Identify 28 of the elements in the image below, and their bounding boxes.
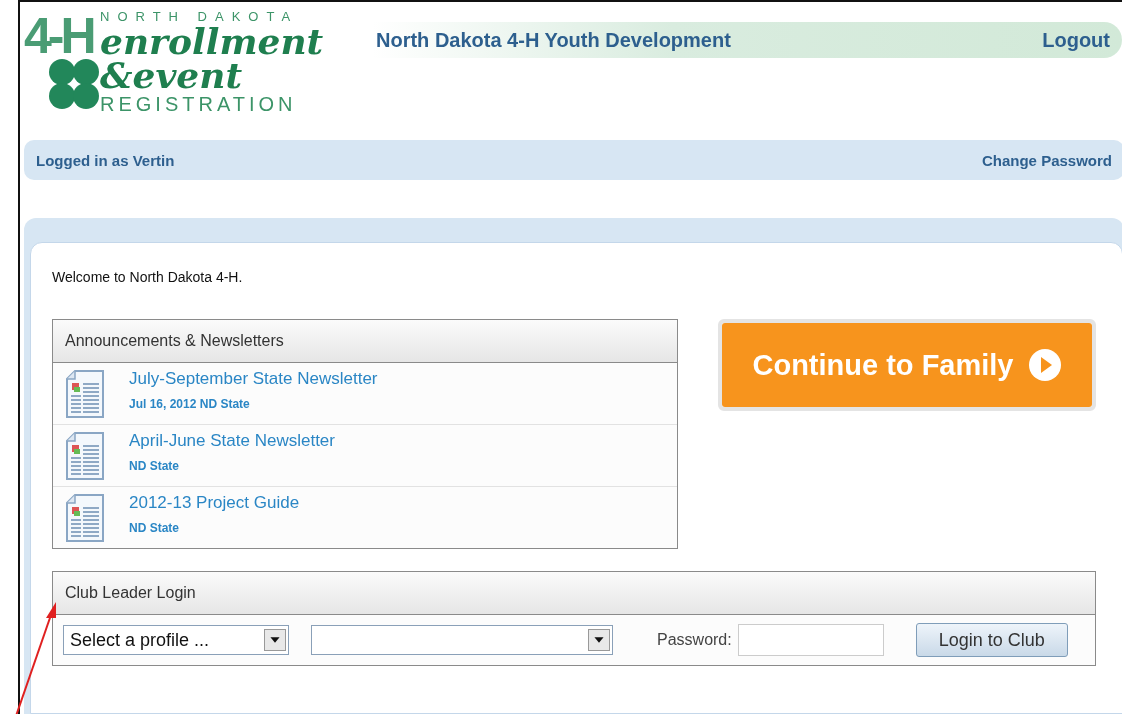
dropdown-caret-icon[interactable] (588, 629, 610, 651)
logo-subtitle: NORTH DAKOTA (100, 10, 300, 24)
newsletter-link[interactable]: July-September State Newsletter (129, 369, 378, 389)
logged-in-text: Logged in as Vertin (36, 151, 175, 169)
login-button[interactable]: Login to Club (915, 623, 1068, 657)
newsletter-meta: Jul 16, 2012 ND State (129, 397, 251, 411)
play-circle-icon (1027, 348, 1062, 382)
newsletter-meta: ND State (129, 521, 180, 535)
logout-link[interactable]: Logout (1042, 28, 1110, 52)
dropdown-caret-icon[interactable] (264, 629, 286, 651)
newsletter-meta: ND State (129, 459, 180, 473)
password-label: Password: (657, 631, 732, 649)
document-icon (65, 369, 105, 419)
logo-title: &event (100, 58, 243, 92)
logo-title: enrollment (100, 24, 324, 58)
welcome-text: Welcome to North Dakota 4-H. (52, 269, 244, 285)
password-field[interactable] (737, 624, 884, 656)
newsletter-link[interactable]: 2012-13 Project Guide (129, 493, 300, 513)
profile-select[interactable]: Select a profile ... (63, 625, 289, 655)
document-icon (65, 493, 105, 543)
site-title: North Dakota 4-H Youth Development (376, 28, 731, 52)
logo-mark: 4-H (24, 10, 95, 62)
panel-title: Announcements & Newsletters (65, 332, 284, 350)
logo-subtitle: REGISTRATION (100, 92, 298, 116)
panel-title: Club Leader Login (65, 584, 196, 602)
change-password-link[interactable]: Change Password (981, 151, 1112, 169)
newsletter-link[interactable]: April-June State Newsletter (129, 431, 335, 451)
document-icon (65, 431, 105, 481)
